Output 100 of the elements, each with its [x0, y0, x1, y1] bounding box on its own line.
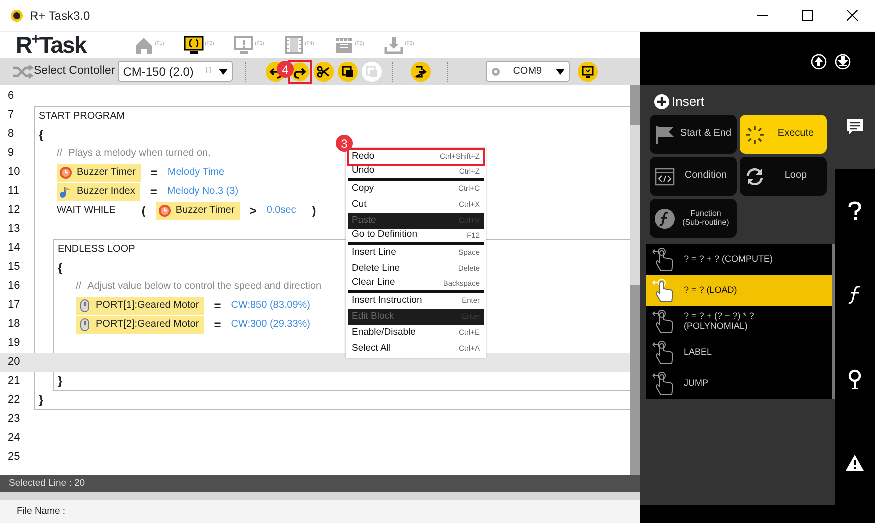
variable-name: Buzzer Timer: [176, 204, 235, 218]
home-icon: [134, 35, 154, 55]
flag-icon: [654, 124, 676, 146]
instruction-item[interactable]: ? = ? (LOAD): [646, 275, 832, 306]
music-note-icon: [59, 184, 73, 198]
spinner-icon: [744, 124, 766, 146]
parenthesis: ): [312, 202, 316, 220]
category-button[interactable]: Condition: [650, 157, 737, 196]
scrollbar[interactable]: [630, 85, 640, 475]
operator: >: [250, 202, 257, 220]
block-title: START PROGRAM: [39, 110, 126, 124]
function-icon: [654, 208, 676, 230]
code-comment: Plays a melody when turned on.: [68, 147, 211, 161]
operator: =: [214, 298, 222, 314]
panel-title: Insert: [672, 93, 705, 112]
window-title: R+ Task3.0: [30, 8, 90, 24]
plus-circle-icon: [654, 94, 670, 110]
line-number: 11: [7, 184, 20, 199]
download-icon: [835, 54, 851, 70]
instruction-item[interactable]: JUMP: [646, 368, 832, 399]
code-monitor-icon: [184, 35, 204, 55]
scrollbar-thumb[interactable]: [630, 125, 640, 285]
operator: =: [150, 164, 158, 182]
line-number: 6: [7, 89, 16, 104]
line-number: 17: [7, 298, 22, 313]
line-number: 19: [7, 336, 22, 351]
line-number: 25: [7, 450, 22, 465]
scissors-button[interactable]: [314, 62, 334, 82]
variable-name: Buzzer Timer: [77, 166, 136, 180]
variable-name: PORT[1]:Geared Motor: [96, 299, 200, 313]
category-button[interactable]: Execute: [740, 115, 827, 154]
motor-icon: [78, 318, 92, 332]
operator: =: [214, 316, 222, 334]
redo-button[interactable]: [290, 62, 310, 82]
warning-icon: [845, 453, 865, 473]
code-window-icon: [654, 166, 676, 188]
pointing-hand-icon: [652, 246, 676, 272]
gear-icon: [491, 66, 502, 76]
line-number: 21: [7, 374, 22, 389]
app-logo: R$^{+}$Task: [16, 34, 86, 56]
line-number: 20: [7, 355, 22, 370]
pointing-hand-icon: [652, 278, 676, 304]
brace: {: [58, 260, 63, 276]
close-icon: [847, 10, 858, 21]
line-number: 22: [7, 393, 22, 408]
comment-marker: //: [57, 147, 63, 161]
operator: =: [150, 184, 158, 200]
line-number: 16: [7, 279, 22, 294]
line-number: 13: [7, 222, 22, 237]
status-bar: Selected Line : 20: [0, 475, 640, 492]
category-button[interactable]: Loop: [740, 157, 827, 196]
line-number: 24: [7, 431, 22, 446]
app-icon: [10, 8, 24, 22]
maximize-icon: [802, 10, 813, 21]
scissors-icon: [317, 64, 332, 78]
caret-icon: [219, 68, 228, 74]
line-number: 12: [7, 203, 22, 218]
category-button[interactable]: Start & End: [650, 115, 737, 154]
exit-button[interactable]: [411, 62, 432, 82]
controller-label: Select Contoller: [34, 64, 116, 79]
instruction-item[interactable]: LABEL: [646, 337, 832, 368]
category-button[interactable]: Function (Sub-routine): [650, 199, 737, 238]
instruction-item[interactable]: ? = ? + (? − ?) * ? (POLYNOMIAL): [646, 306, 832, 337]
brace: }: [39, 392, 44, 409]
code-comment: Adjust value below to control the speed and direction: [88, 280, 322, 294]
monitor-button[interactable]: [578, 62, 598, 82]
minimize-icon: [757, 14, 768, 16]
clapperboard-icon: [334, 35, 354, 55]
line-number: 18: [7, 317, 22, 332]
motor-icon: [78, 298, 92, 312]
download-icon: [384, 35, 404, 55]
clock-icon: [158, 204, 172, 218]
monitor-icon: [581, 64, 596, 78]
variable-name: Buzzer Index: [77, 185, 136, 199]
copy-button[interactable]: [338, 62, 358, 82]
port-select[interactable]: COM9: [486, 61, 570, 82]
variable-name: PORT[2]:Geared Motor: [96, 318, 200, 332]
sidebar-tab[interactable]: [835, 85, 875, 169]
file-name-label: File Name :: [0, 500, 640, 523]
brace: }: [58, 373, 63, 390]
pointing-hand-icon: [652, 308, 676, 334]
brace: {: [39, 126, 44, 144]
clock-icon: [59, 166, 73, 180]
instruction-item[interactable]: ? = ? + ? (COMPUTE): [646, 244, 832, 275]
pointing-hand-icon: [652, 370, 676, 396]
upload-icon: [811, 54, 827, 70]
copy-icon: [341, 64, 356, 78]
line-number: 15: [7, 260, 22, 275]
block-title: ENDLESS LOOP: [58, 242, 136, 256]
caret-icon: [556, 68, 566, 74]
line-number: 8: [7, 127, 16, 142]
exit-icon: [414, 64, 428, 78]
line-number: 23: [7, 412, 22, 427]
film-icon: [284, 35, 304, 55]
alert-monitor-icon: [234, 35, 254, 55]
parenthesis: (: [142, 202, 146, 220]
pointing-hand-icon: [652, 340, 676, 366]
refresh-icon: [744, 166, 766, 188]
shuffle-icon: [12, 64, 34, 78]
line-number: 9: [7, 146, 16, 161]
